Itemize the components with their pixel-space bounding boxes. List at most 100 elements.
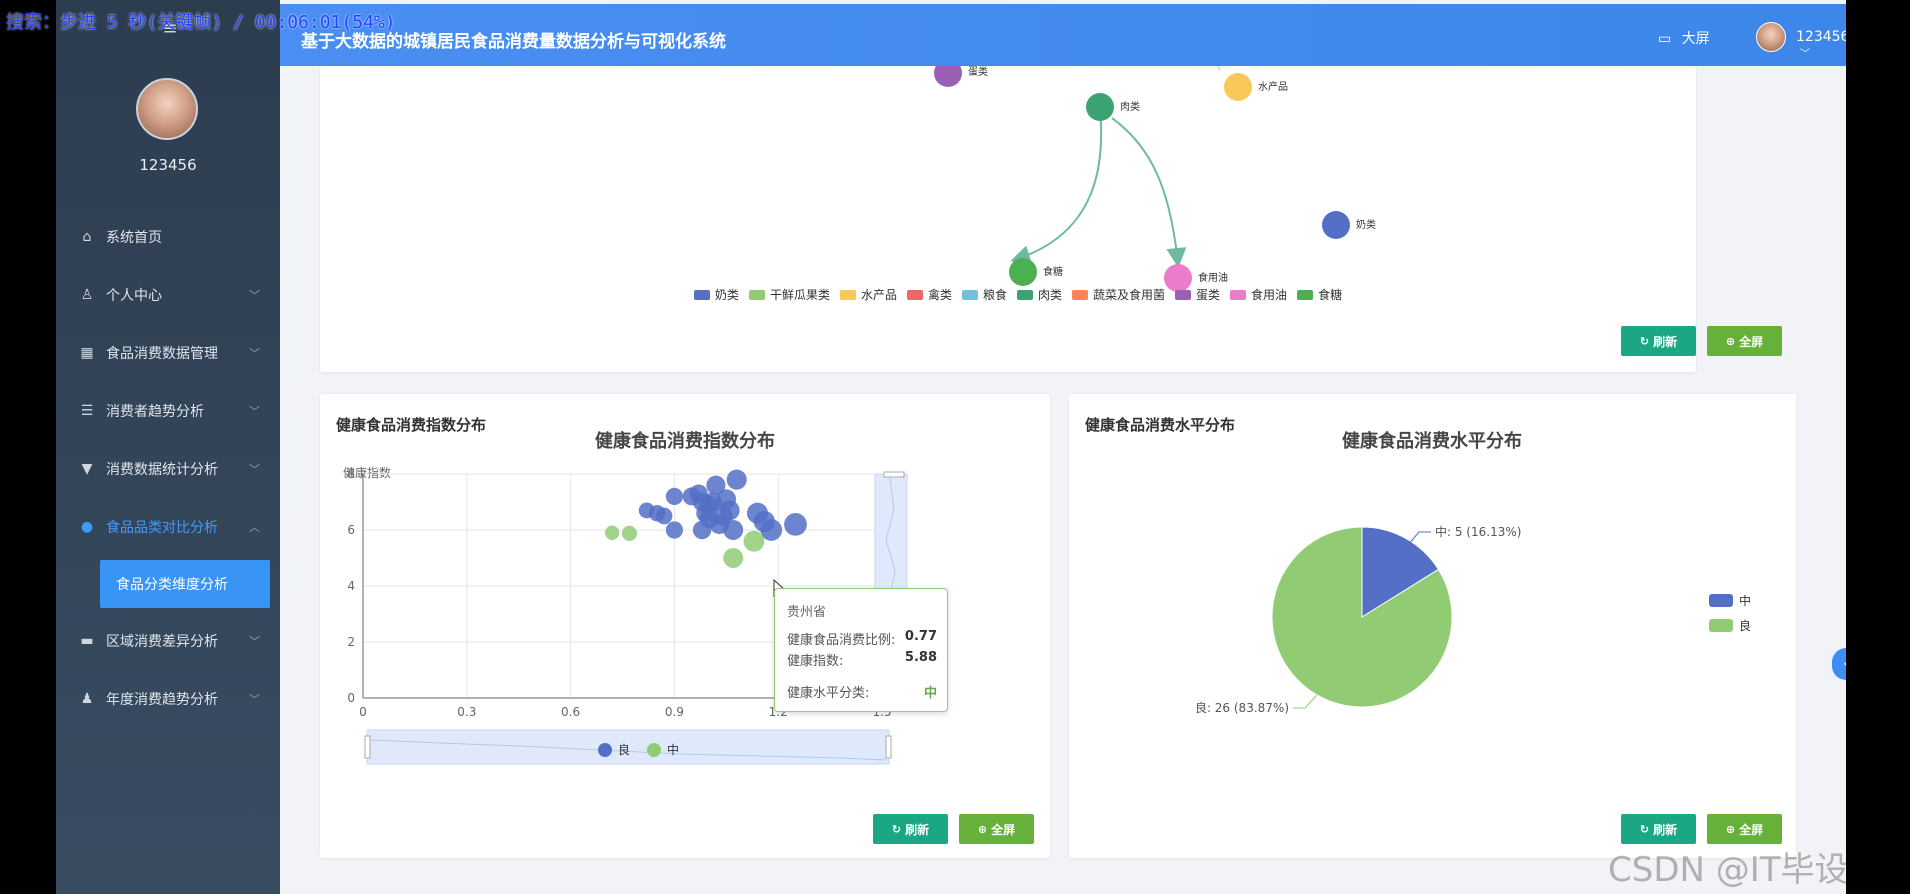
graph-node-meat[interactable] [1086,93,1114,121]
legend-item[interactable]: 蛋类 [1175,286,1220,303]
app-frame: ≡ 123456 ⌂ 系统首页 ♙ 个人中心 ﹀ ▦ 食品消费数据管理 ﹀ ☰ … [56,0,1846,894]
scatter-point[interactable] [692,520,712,540]
chevron-down-icon: ﹀ [249,405,260,418]
legend-swatch [1175,289,1192,300]
scatter-point[interactable] [726,469,747,490]
fullscreen-button[interactable]: ⊕ 全屏 [1707,326,1782,356]
legend-item[interactable]: 干鲜瓜果类 [748,286,830,303]
legend-label: 中 [667,742,679,757]
sidebar-item-label: 区域消费差异分析 [106,634,218,650]
graph-node-sugar[interactable] [1009,258,1037,286]
sidebar-item-personal[interactable]: ♙ 个人中心 ﹀ [56,266,280,324]
tooltip-title: 贵州省 [787,605,827,620]
legend-marker[interactable] [598,743,612,757]
fullscreen-button[interactable]: ⊕ 全屏 [1707,814,1782,844]
pie-card: 健康食品消费水平分布 健康食品消费水平分布 中: 5 (16.13%) 良: 26 … [1069,394,1796,858]
legend-label: 奶类 [714,288,739,302]
header-avatar[interactable] [1756,22,1786,52]
legend-swatch [961,289,978,300]
sidebar: ≡ 123456 ⌂ 系统首页 ♙ 个人中心 ﹀ ▦ 食品消费数据管理 ﹀ ☰ … [56,0,280,894]
legend-swatch [1017,289,1033,300]
sidebar-item-data-management[interactable]: ▦ 食品消费数据管理 ﹀ [56,324,280,382]
legend-swatch [839,289,856,300]
legend-item[interactable]: 肉类 [1017,286,1062,303]
legend-item[interactable]: 食糖 [1297,286,1342,303]
graph-node-label: 食糖 [1043,265,1063,278]
legend-swatch[interactable] [1709,619,1733,632]
monitor-icon: ▭ [1658,31,1672,47]
monitor-icon: ▬ [80,633,94,649]
legend-item[interactable]: 粮食 [961,286,1007,303]
scatter-point[interactable] [723,520,744,540]
legend-item[interactable]: 禽类 [906,286,952,303]
graph-edge [1217,66,1221,71]
refresh-icon: ↻ [1639,334,1650,348]
legend-item[interactable]: 蔬菜及食用菌 [1072,286,1165,303]
scatter-point[interactable] [719,500,740,521]
fullscreen-button[interactable]: ⊕ 全屏 [959,814,1034,844]
chart-title: 健康食品消费水平分布 [1342,430,1522,452]
slider-handle[interactable] [885,735,892,759]
legend-swatch[interactable] [1709,594,1733,607]
graph-node-milk[interactable] [1322,211,1350,239]
legend-label: 蛋类 [1196,288,1221,302]
y-tick-label: 8 [347,467,355,481]
video-search-overlay: 搜索：步进 5 秒(关键帧) / 00:06:01(54%) [6,12,396,33]
sidebar-subitem-category-dimension[interactable]: 食品分类维度分析 [100,560,270,608]
refresh-icon: ↻ [1639,822,1650,836]
scatter-point[interactable] [665,487,683,505]
zoom-icon: ⊕ [1725,822,1736,836]
scatter-point[interactable] [743,530,765,552]
sidebar-item-region[interactable]: ▬ 区域消费差异分析 ﹀ [56,612,280,670]
watermark: CSDN @IT毕设梦工厂 [1608,850,1846,890]
fullscreen-label: 全屏 [1739,822,1764,837]
refresh-label: 刷新 [1653,822,1678,837]
legend-label: 良 [618,742,630,757]
graph-node-aquatic[interactable] [1224,73,1252,101]
refresh-button[interactable]: ↻ 刷新 [1621,814,1696,844]
refresh-button[interactable]: ↻ 刷新 [873,814,948,844]
legend-item[interactable]: 水产品 [839,286,897,303]
scatter-point[interactable] [702,492,722,512]
x-tick-label: 0.3 [457,705,476,719]
tooltip-row: 健康水平分类: 中 [787,682,937,701]
zoom-icon: ⊕ [977,822,988,836]
sidebar-item-category-compare[interactable]: ● 食品品类对比分析 ︿ [56,498,280,556]
sidebar-menu: ⌂ 系统首页 ♙ 个人中心 ﹀ ▦ 食品消费数据管理 ﹀ ☰ 消费者趋势分析 ﹀… [56,208,280,728]
refresh-button[interactable]: ↻ 刷新 [1621,326,1696,356]
bigscreen-label: 大屏 [1681,31,1710,47]
slider-handle[interactable] [883,471,905,478]
legend-marker[interactable] [647,743,661,757]
scatter-point[interactable] [723,548,744,568]
list-icon: ☰ [80,403,94,419]
y-tick-label: 0 [347,691,355,705]
collapse-panel-button[interactable]: ‹ [1832,648,1846,680]
refresh-label: 刷新 [905,822,930,837]
scatter-point[interactable] [621,525,637,541]
sidebar-item-home[interactable]: ⌂ 系统首页 [56,208,280,266]
legend-item[interactable]: 奶类 [693,286,739,303]
scatter-point[interactable] [784,513,807,536]
sidebar-item-annual[interactable]: ♟ 年度消费趋势分析 ﹀ [56,670,280,728]
tooltip-value: 中 [923,686,937,701]
relation-graph: 蛋类 水产品 肉类 奶类 食糖 食用油 [934,66,1376,292]
location-icon: ● [80,519,94,535]
slider-handle[interactable] [364,735,371,759]
scatter-point[interactable] [655,507,673,525]
home-icon: ⌂ [82,229,92,245]
legend-label: 粮食 [982,288,1007,302]
header-username: 123456 [1796,29,1846,45]
graph-node-egg[interactable] [934,66,962,87]
person-icon: ♟ [80,691,94,707]
scatter-point[interactable] [604,525,620,540]
legend-item[interactable]: 食用油 [1230,286,1287,303]
sidebar-username: 123456 [139,156,197,174]
user-dropdown[interactable]: 123456 ﹀ [1796,29,1846,61]
y-tick-label: 2 [347,635,355,649]
chevron-down-icon: ﹀ [249,463,260,476]
sidebar-item-statistics[interactable]: ▼ 消费数据统计分析 ﹀ [56,440,280,498]
sidebar-item-consumer-trend[interactable]: ☰ 消费者趋势分析 ﹀ [56,382,280,440]
chevron-down-icon: ﹀ [249,635,260,648]
bigscreen-button[interactable]: ▭ 大屏 [1658,28,1710,48]
scatter-point[interactable] [665,521,683,539]
